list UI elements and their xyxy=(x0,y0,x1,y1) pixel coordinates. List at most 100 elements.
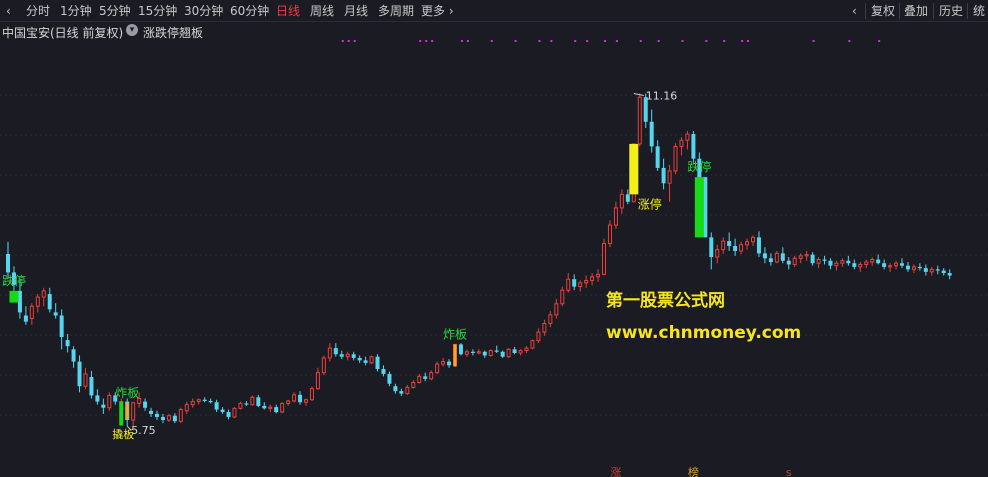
candle-body-16 xyxy=(101,404,106,408)
watermark-line1: 第一股票公式网 xyxy=(606,290,725,311)
stats-button[interactable]: 统 xyxy=(973,4,985,18)
candle-body-13 xyxy=(83,373,88,387)
candle-body-66 xyxy=(399,391,404,394)
candle-body-83 xyxy=(500,351,505,357)
candle-body-32 xyxy=(196,399,201,403)
candle-body-89 xyxy=(536,331,541,342)
top-dot-2 xyxy=(353,40,356,42)
candle-body-37 xyxy=(226,412,231,417)
period-tab-1min[interactable]: 1分钟 xyxy=(60,4,92,18)
candle-body-62 xyxy=(375,356,380,369)
candle-body-33 xyxy=(202,399,207,401)
candle-body-63 xyxy=(381,368,386,374)
candle-body-100 xyxy=(602,243,606,275)
candle-body-43 xyxy=(262,405,267,409)
candle-body-136 xyxy=(816,259,821,264)
indicator-bars xyxy=(9,143,704,426)
candle-body-140 xyxy=(840,260,845,264)
history-button[interactable]: 历史 xyxy=(939,4,963,18)
candle-body-76 xyxy=(458,344,463,355)
bottom-marker-0: 涨 xyxy=(610,466,621,477)
candle-body-65 xyxy=(393,386,398,392)
candle-body-158 xyxy=(947,273,952,276)
candle-body-121 xyxy=(727,241,732,247)
candle-body-141 xyxy=(846,260,851,264)
candle-body-97 xyxy=(584,279,589,284)
toolbar-back-icon[interactable]: ‹ xyxy=(6,4,11,18)
candle-body-109 xyxy=(655,146,660,168)
candle-body-91 xyxy=(548,314,553,324)
indicator-name[interactable]: 涨跌停翘板 xyxy=(143,24,203,41)
candle-body-5 xyxy=(35,296,40,307)
candle-body-41 xyxy=(250,396,255,406)
candle-body-146 xyxy=(876,259,881,264)
top-dot-11 xyxy=(550,40,553,42)
candle-body-134 xyxy=(804,254,809,257)
top-dot-6 xyxy=(460,40,463,42)
period-tab-60min[interactable]: 60分钟 xyxy=(230,4,269,18)
candle-body-149 xyxy=(894,262,899,267)
candle-body-108 xyxy=(649,121,654,147)
candle-body-148 xyxy=(888,265,893,268)
watermark: 第一股票公式网 www.chnmoney.com xyxy=(606,290,801,343)
period-tab-multi[interactable]: 多周期 xyxy=(378,4,414,18)
grid-lines xyxy=(0,94,988,416)
toolbar-up-icon[interactable]: ‹ xyxy=(852,4,857,18)
candle-body-129 xyxy=(774,252,779,263)
candle-body-79 xyxy=(476,351,481,354)
candle-body-135 xyxy=(810,254,815,264)
top-dot-23 xyxy=(812,40,815,42)
candle-body-0 xyxy=(6,254,10,273)
candle-body-156 xyxy=(935,269,940,271)
candle-body-151 xyxy=(905,265,910,270)
candle-body-68 xyxy=(411,382,416,388)
candle-body-117 xyxy=(703,177,708,238)
candle-body-29 xyxy=(178,409,183,422)
candle-body-40 xyxy=(244,403,249,405)
candle-body-138 xyxy=(828,260,833,266)
period-tab-monthly[interactable]: 月线 xyxy=(344,4,368,18)
candle-body-90 xyxy=(542,322,547,333)
candle-body-84 xyxy=(506,348,511,358)
candle-body-10 xyxy=(65,340,70,347)
fuquan-button[interactable]: 复权 xyxy=(871,4,895,18)
candle-body-49 xyxy=(298,394,303,403)
period-tab-5min[interactable]: 5分钟 xyxy=(99,4,131,18)
candle-body-36 xyxy=(220,409,225,413)
candle-body-23 xyxy=(143,401,148,408)
overlay-button[interactable]: 叠加 xyxy=(904,4,928,18)
period-tab-30min[interactable]: 30分钟 xyxy=(184,4,223,18)
indicator-bar-4 xyxy=(694,177,704,238)
candle-body-31 xyxy=(190,401,195,406)
candle-body-11 xyxy=(71,349,76,362)
indicator-bar-2 xyxy=(453,344,457,367)
candle-body-112 xyxy=(673,145,678,172)
candle-body-12 xyxy=(77,361,82,387)
candle-body-35 xyxy=(214,402,219,410)
top-dot-15 xyxy=(615,40,618,42)
candle-body-133 xyxy=(798,255,803,259)
candle-body-137 xyxy=(822,259,827,261)
period-tab-15min[interactable]: 15分钟 xyxy=(138,4,177,18)
candle-body-124 xyxy=(745,241,750,246)
candle-body-42 xyxy=(256,397,261,406)
chevron-down-icon[interactable]: ▾ xyxy=(126,24,138,36)
top-dot-12 xyxy=(574,40,577,42)
candle-body-26 xyxy=(160,416,165,421)
period-toolbar: ‹ 分时 1分钟 5分钟 15分钟 30分钟 60分钟 日线 周线 月线 多周期… xyxy=(0,0,988,22)
candle-body-104 xyxy=(625,194,630,202)
candle-body-88 xyxy=(530,340,535,349)
period-tab-weekly[interactable]: 周线 xyxy=(310,4,334,18)
candle-body-123 xyxy=(739,244,744,252)
candle-body-111 xyxy=(667,170,672,184)
period-tab-more[interactable]: 更多 › xyxy=(421,4,454,18)
candle-body-9 xyxy=(59,315,64,338)
candle-body-51 xyxy=(309,388,314,401)
period-tab-daily[interactable]: 日线 xyxy=(276,4,300,18)
indicator-bar-extra xyxy=(119,401,124,426)
candlestick-chart: 跌停炸板炸板涨停跌停撬板11.165.75涨榜 s 第一股票公式网www.chnm… xyxy=(0,40,988,477)
candle-body-7 xyxy=(47,293,52,310)
candle-body-38 xyxy=(232,407,237,418)
indicator-label-3: 涨停 xyxy=(638,196,662,211)
period-tab-fenshi[interactable]: 分时 xyxy=(26,4,50,18)
